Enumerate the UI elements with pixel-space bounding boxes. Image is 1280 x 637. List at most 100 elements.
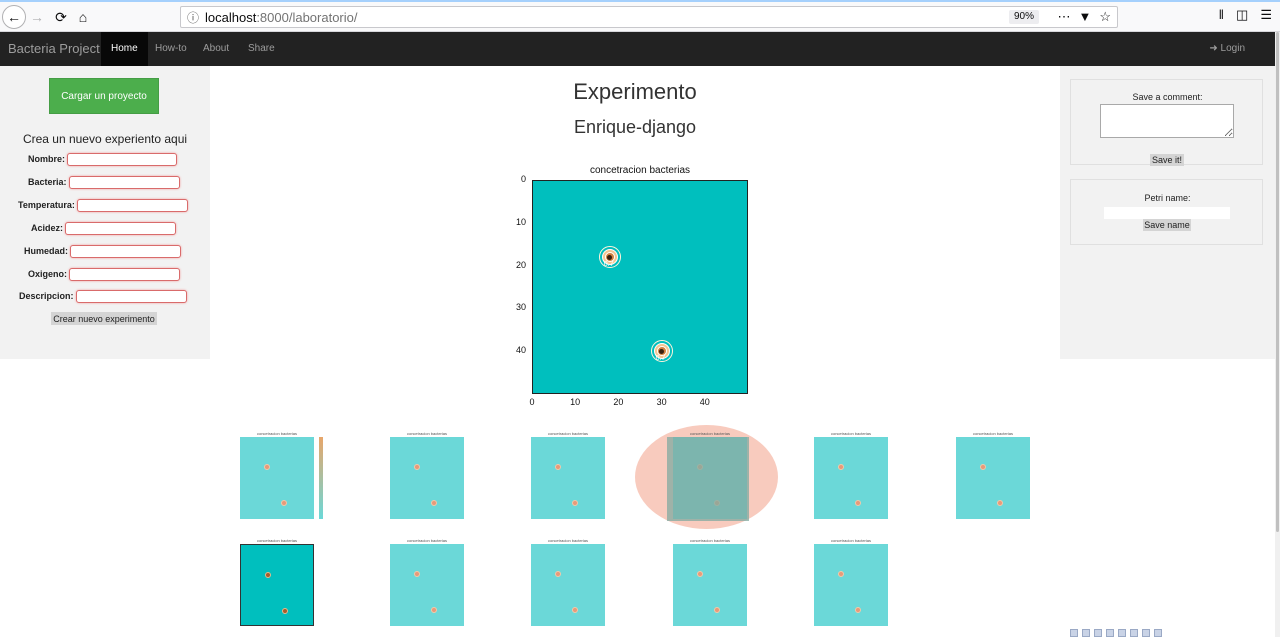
menu-icon[interactable]: ☰: [1260, 7, 1272, 23]
thumbnail-item[interactable]: concetracion bacterias: [523, 431, 613, 523]
page-actions-icon[interactable]: ⋯: [1057, 9, 1070, 25]
thumbnail-item[interactable]: concetracion bacterias: [382, 538, 472, 630]
tray-icon[interactable]: [1070, 629, 1078, 637]
thumbnail-title: concetracion bacterias: [547, 538, 589, 543]
nombre-input[interactable]: [67, 152, 178, 166]
thumbnail-item[interactable]: concetracion bacterias: [232, 431, 323, 523]
thumbnail-item[interactable]: concetracion bacterias: [665, 538, 755, 630]
thumbnail-spot: [979, 463, 986, 470]
pocket-icon[interactable]: ▼: [1078, 9, 1091, 25]
field-bacteria: Bacteria:: [28, 175, 180, 189]
page-title: Experimento: [573, 79, 697, 104]
nav-about[interactable]: About: [193, 32, 239, 66]
y-tick-label: 30: [515, 302, 526, 313]
field-descripcion: Descripcion:: [19, 289, 187, 303]
thumbnail-spot: [572, 499, 579, 506]
petri-name-input[interactable]: [1104, 207, 1230, 219]
load-project-button[interactable]: Cargar un proyecto: [49, 78, 159, 114]
login-link[interactable]: ➜ Login: [1209, 32, 1245, 66]
save-name-button[interactable]: Save name: [1143, 219, 1191, 231]
thumbnail-spot: [431, 606, 438, 613]
oxigeno-input[interactable]: [69, 267, 181, 281]
x-tick-label: 10: [570, 397, 581, 407]
thumbnail-title: concetracion bacterias: [689, 538, 731, 543]
nav-share[interactable]: Share: [238, 32, 285, 66]
sidebar-icon[interactable]: ◫: [1236, 7, 1248, 23]
thumbnail-spot: [855, 499, 862, 506]
thumbnail-spot: [554, 570, 561, 577]
selected-thumbnail-overlay[interactable]: [667, 437, 749, 521]
field-humedad: Humedad:: [24, 244, 182, 258]
contour-label: 0.7: [603, 261, 614, 269]
comment-label: Save a comment:: [1132, 92, 1203, 102]
comment-card: Save a comment: Save it!: [1070, 79, 1263, 166]
home-icon[interactable]: ⌂: [72, 6, 94, 28]
zoom-level[interactable]: 90%: [1008, 10, 1039, 24]
thumbnail-spot: [714, 606, 721, 613]
x-tick-label: 0: [529, 397, 535, 407]
brand-link[interactable]: Bacteria Project: [8, 32, 100, 66]
library-icon[interactable]: ‖: [1219, 7, 1224, 23]
tray-icon[interactable]: [1130, 629, 1138, 637]
tray-icon[interactable]: [1142, 629, 1150, 637]
tray-icon[interactable]: [1094, 629, 1102, 637]
create-experiment-button[interactable]: Crear nuevo experimento: [51, 312, 157, 325]
login-label: Login: [1220, 43, 1245, 54]
url-bar[interactable]: ⓘ localhost :8000/laboratorio/ 90% ⋯ ▼ ☆: [180, 6, 1118, 28]
thumbnail-item[interactable]: concetracion bacterias: [948, 431, 1038, 523]
tray-icon[interactable]: [1082, 629, 1090, 637]
thumbnail-item[interactable]: concetracion bacterias: [523, 538, 613, 630]
thumbnail-title: concetracion bacterias: [547, 431, 589, 436]
thumbnail-spot: [554, 463, 561, 470]
thumbnail-plot: [531, 544, 605, 626]
thumbnail-plot: [673, 544, 747, 626]
thumbnail-item[interactable]: concetracion bacterias: [232, 538, 322, 630]
thumbnail-title: concetracion bacterias: [256, 431, 298, 436]
thumbnail-title: concetracion bacterias: [830, 431, 872, 436]
descripcion-input[interactable]: [75, 289, 187, 303]
tray-icon[interactable]: [1106, 629, 1114, 637]
acidez-input[interactable]: [65, 221, 177, 235]
thumbnail-spot: [572, 606, 579, 613]
bacteria-input[interactable]: [68, 175, 180, 189]
login-icon: ➜: [1209, 43, 1218, 54]
thumbnail-item[interactable]: concetracion bacterias: [382, 431, 472, 523]
app-navbar: Bacteria Project Home How-to About Share…: [0, 32, 1275, 66]
right-panel: Save a comment: Save it! Petri name: Sav…: [1060, 66, 1275, 359]
x-tick-label: 40: [699, 397, 710, 407]
page-scrollbar-thumb[interactable]: [1276, 32, 1279, 532]
thumbnail-spot: [413, 463, 420, 470]
humedad-input[interactable]: [70, 244, 182, 258]
thumbnail-title: concetracion bacterias: [406, 431, 448, 436]
taskbar-icons: [1070, 629, 1275, 637]
reload-icon[interactable]: ⟳: [50, 6, 72, 28]
thumbnail-spot: [696, 570, 703, 577]
thumbnail-item[interactable]: concetracion bacterias: [806, 431, 896, 523]
thumbnail-plot: [240, 544, 314, 626]
back-icon[interactable]: ←: [2, 5, 26, 29]
field-acidez: Acidez:: [31, 221, 177, 235]
x-tick-label: 20: [613, 397, 624, 407]
field-label: Temperatura:: [18, 200, 75, 210]
thumbnail-title: concetracion bacterias: [830, 538, 872, 543]
left-panel: Cargar un proyecto Crea un nuevo experie…: [0, 66, 210, 359]
tray-icon[interactable]: [1118, 629, 1126, 637]
thumbnail-plot: [390, 437, 464, 519]
forward-icon[interactable]: →: [26, 6, 48, 28]
nav-howto[interactable]: How-to: [145, 32, 197, 66]
x-tick-label: 30: [656, 397, 667, 407]
thumbnail-item[interactable]: concetracion bacterias: [806, 538, 896, 630]
info-icon[interactable]: ⓘ: [181, 9, 205, 26]
thumbnail-spot: [281, 499, 288, 506]
bookmark-star-icon[interactable]: ☆: [1099, 9, 1111, 25]
temperatura-input[interactable]: [76, 198, 188, 212]
chart-title: concetracion bacterias: [589, 165, 691, 176]
thumbnail-title: concetracion bacterias: [406, 538, 448, 543]
browser-toolbar: ← → ⟳ ⌂ ⓘ localhost :8000/laboratorio/ 9…: [0, 0, 1280, 32]
thumbnail-plot: [531, 437, 605, 519]
thumbnail-spot: [282, 607, 289, 614]
comment-textarea[interactable]: [1100, 104, 1234, 138]
tray-icon[interactable]: [1154, 629, 1162, 637]
save-comment-button[interactable]: Save it!: [1150, 154, 1184, 166]
nav-home[interactable]: Home: [101, 32, 148, 66]
